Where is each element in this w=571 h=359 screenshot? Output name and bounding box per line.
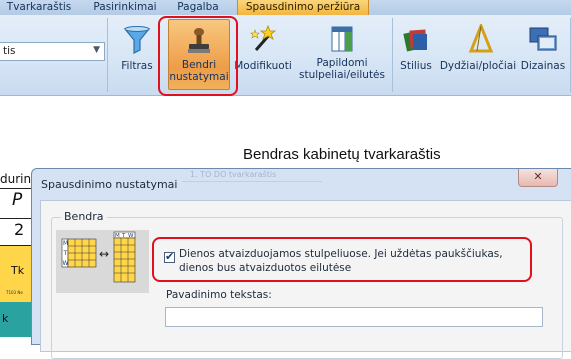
document-fragment: durin P 2 Tk T103 Ne k <box>0 170 33 337</box>
tab-pagalba[interactable]: Pagalba <box>168 0 228 15</box>
tab-pasirinkimai[interactable]: Pasirinkimai <box>86 0 164 15</box>
ribbon-separator <box>107 18 108 92</box>
ribbon-separator <box>392 18 393 92</box>
days-in-columns-grid: M T W <box>61 238 97 268</box>
title-text-input[interactable] <box>165 307 543 327</box>
styles-label: Stilius <box>400 60 432 72</box>
schedule-combo[interactable]: tis ▼ <box>0 42 105 61</box>
group-label: Bendra <box>61 210 107 223</box>
close-button[interactable]: ✕ <box>518 169 558 187</box>
styles-button[interactable]: Stilius <box>396 18 436 90</box>
days-in-rows-grid: M T W <box>113 231 136 283</box>
dialog-title: Spausdinimo nustatymai <box>41 178 178 191</box>
sizes-label: Dydžiai/pločiai <box>439 60 517 72</box>
dialog-ghost-text: 1. TO DO tvarkaraštis <box>182 170 322 182</box>
tab-tvarkarastis[interactable]: Tvarkaraštis <box>0 0 78 15</box>
ribbon: tis ▼ Filtras Bendri nustatymai Modifiku… <box>0 15 571 96</box>
doc-fragment-k: k <box>2 312 9 325</box>
swap-arrow-icon: ↔ <box>99 247 109 261</box>
highlight-frame <box>152 237 532 282</box>
design-screens-icon <box>528 24 558 57</box>
table-columns-icon <box>327 24 357 57</box>
doc-line <box>0 188 33 189</box>
extra-columns-label-1: Papildomi <box>316 57 368 69</box>
funnel-icon <box>122 24 152 57</box>
title-text-label: Pavadinimo tekstas: <box>166 289 272 301</box>
filter-button[interactable]: Filtras <box>112 18 162 90</box>
doc-fragment-top: durin <box>0 172 32 186</box>
close-icon: ✕ <box>533 170 543 183</box>
doc-fragment-tk: Tk <box>11 264 25 277</box>
extra-columns-rows-button[interactable]: Papildomi stulpeliai/eilutės <box>296 18 388 90</box>
sizes-button[interactable]: Dydžiai/pločiai <box>438 18 518 90</box>
tab-spausdinimo-perziura[interactable]: Spausdinimo peržiūra <box>237 0 369 15</box>
designs-button[interactable]: Dizainas <box>518 18 568 90</box>
menu-tab-bar: Tvarkaraštis Pasirinkimai Pagalba Spausd… <box>0 0 571 15</box>
ruler-triangle-icon <box>463 21 494 57</box>
filter-label: Filtras <box>121 60 153 72</box>
modify-button[interactable]: Modifikuoti <box>232 18 294 90</box>
highlight-frame <box>158 16 238 96</box>
combo-value: tis <box>3 45 16 57</box>
svg-text:W: W <box>63 260 69 267</box>
doc-fragment-p: P <box>12 190 23 210</box>
doc-fragment-small: T103 Ne <box>6 290 23 295</box>
designs-label: Dizainas <box>520 60 566 72</box>
document-title: Bendras kabinetų tvarkaraštis <box>243 146 441 163</box>
styles-books-icon <box>401 24 431 57</box>
svg-text:M: M <box>63 240 68 247</box>
magic-wand-icon <box>248 24 278 57</box>
svg-text:T: T <box>63 250 68 257</box>
chevron-down-icon[interactable]: ▼ <box>93 45 100 55</box>
extra-columns-label-2: stulpeliai/eilutės <box>298 69 385 81</box>
layout-preview-image: M T W ↔ M T W <box>56 230 149 293</box>
doc-fragment-num: 2 <box>14 220 25 239</box>
modify-label: Modifikuoti <box>234 60 292 72</box>
